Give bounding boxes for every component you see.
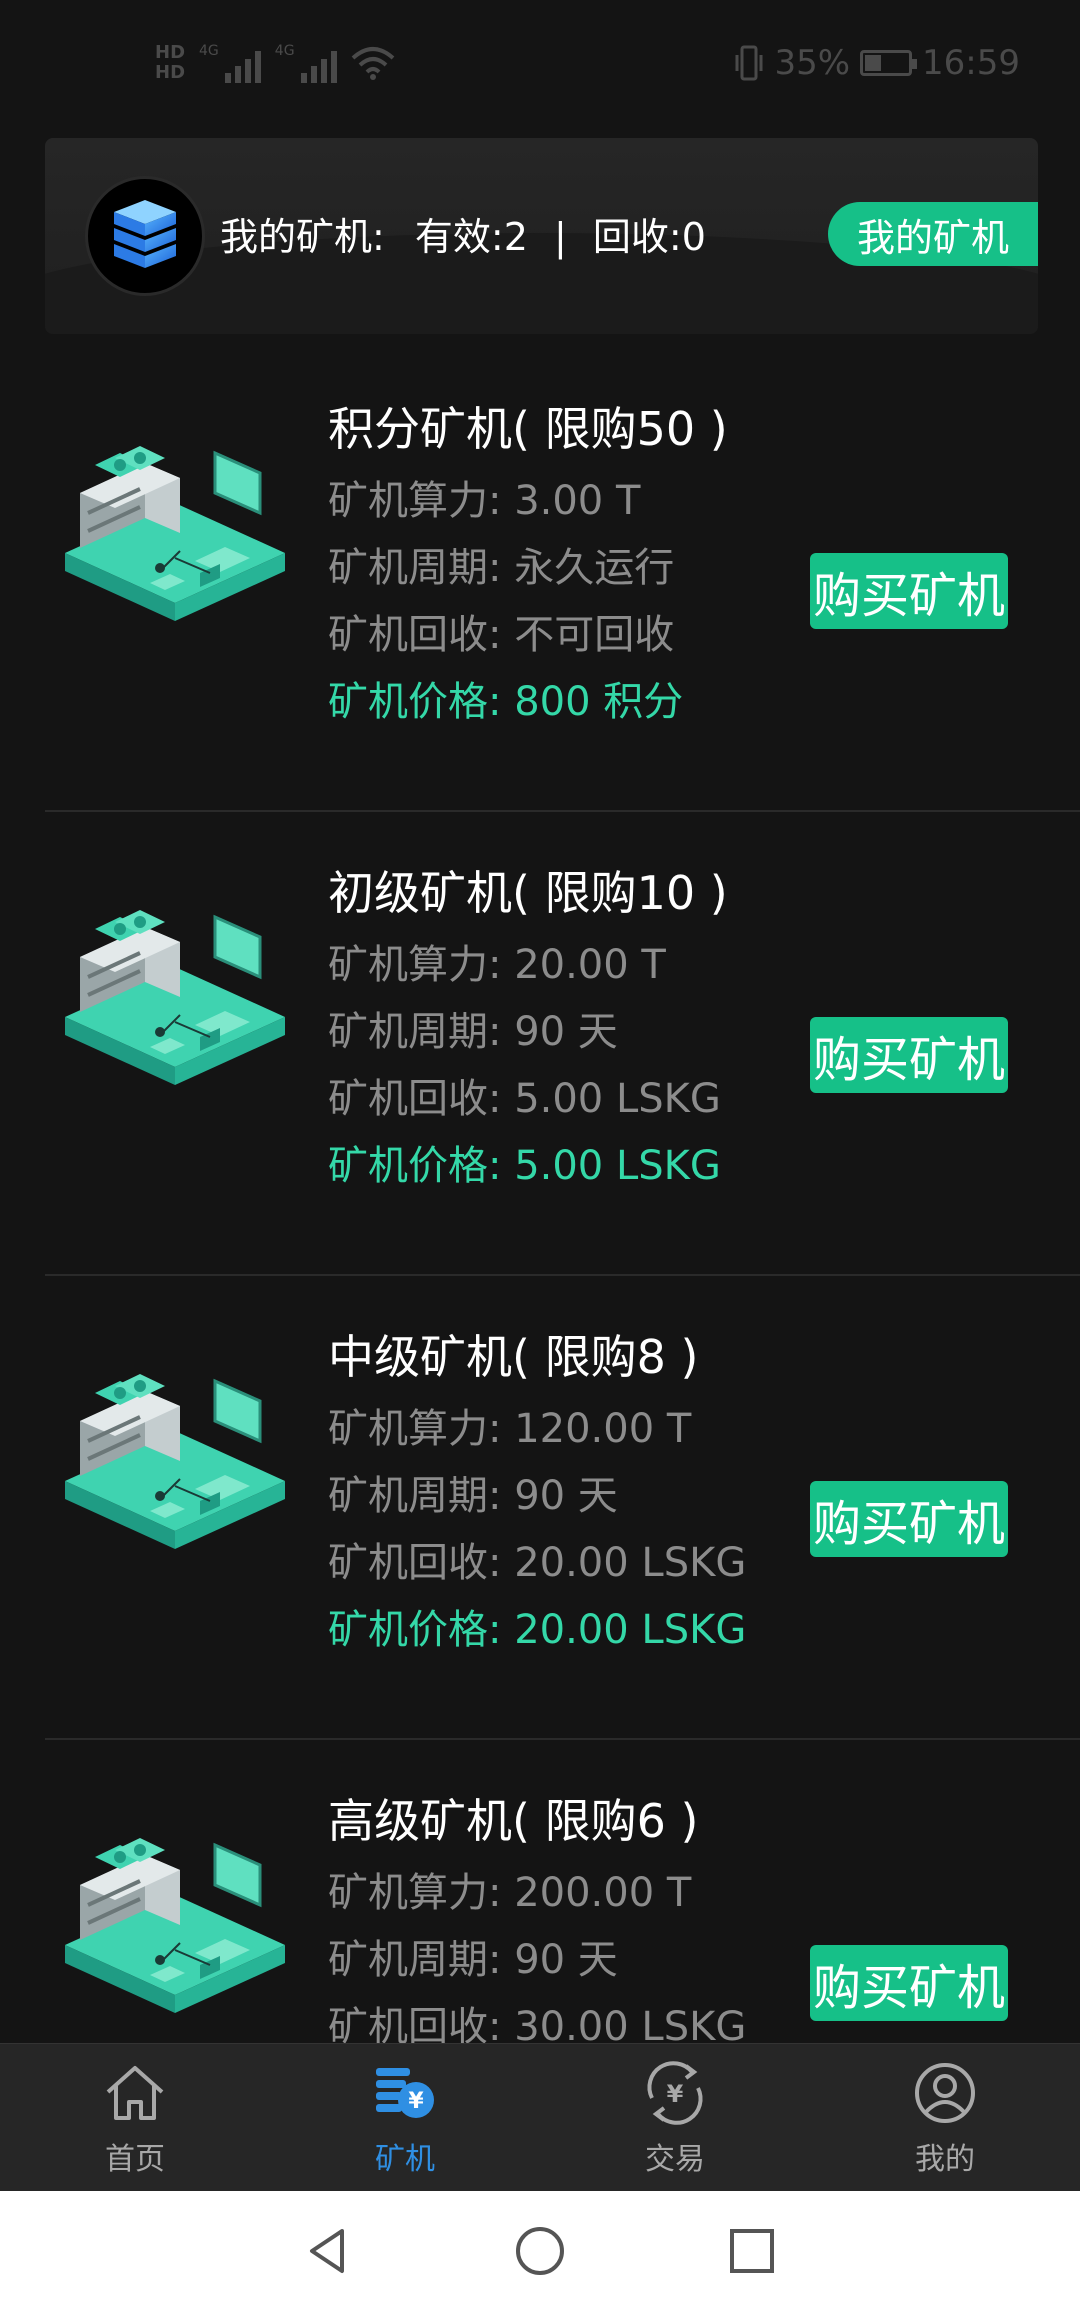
miner-power: 矿机算力: 20.00 T [328,942,666,988]
network-label-2: 4G [274,42,295,59]
buy-miner-button[interactable]: 购买矿机 [810,553,1008,629]
status-bar: HD HD 4G 4G 35% 16:59 [0,0,1080,125]
miner-period: 矿机周期: 90 天 [328,1473,618,1519]
profile-icon [915,2062,975,2123]
tab-trade-label: 交易 [645,2141,705,2177]
miner-card: 初级矿机( 限购10 ) 矿机算力: 20.00 T 矿机周期: 90 天 矿机… [0,812,1080,1276]
miner-title: 高级矿机( 限购6 ) [328,1794,699,1848]
vibrate-icon [735,45,763,80]
trade-icon: ¥ [647,2060,703,2125]
signal-icon-1: 4G [199,43,261,83]
miner-specs: 矿机算力: 120.00 T 矿机周期: 90 天 矿机回收: 20.00 LS… [328,1396,746,1664]
miner-period: 矿机周期: 永久运行 [328,545,675,591]
tab-miner[interactable]: ¥ 矿机 [270,2044,540,2191]
svg-text:¥: ¥ [408,2089,424,2114]
tab-trade[interactable]: ¥ 交易 [540,2044,810,2191]
miner-period: 矿机周期: 90 天 [328,1937,618,1983]
miner-period: 矿机周期: 90 天 [328,1009,618,1055]
miner-price: 矿机价格: 5.00 LSKG [328,1143,721,1189]
tab-profile-label: 我的 [915,2141,975,2177]
miner-icon: ¥ [376,2067,434,2118]
summary-separator: | [554,215,567,259]
summary-prefix: 我的矿机: [220,215,385,259]
miner-price: 矿机价格: 20.00 LSKG [328,1607,747,1653]
network-label-1: 4G [199,42,219,59]
valid-count: 2 [503,215,528,259]
miner-card: 积分矿机( 限购50 ) 矿机算力: 3.00 T 矿机周期: 永久运行 矿机回… [0,348,1080,812]
wifi-icon [351,46,394,80]
tab-profile[interactable]: 我的 [810,2044,1080,2191]
recycle-label: 回收: [592,215,682,259]
back-icon[interactable] [302,2225,354,2277]
mining-rig-illustration [65,1838,285,2013]
tab-home[interactable]: 首页 [0,2044,270,2191]
mining-rig-illustration [65,1374,285,1549]
miner-recycle: 矿机回收: 20.00 LSKG [328,1540,747,1586]
miner-specs: 矿机算力: 3.00 T 矿机周期: 永久运行 矿机回收: 不可回收 矿机价格:… [328,468,683,736]
tab-home-label: 首页 [105,2141,165,2177]
miner-title: 初级矿机( 限购10 ) [328,866,728,920]
battery-percent: 35% [774,42,851,83]
bottom-tab-bar: 首页 ¥ 矿机 ¥ 交易 我的 [0,2043,1080,2191]
miner-card: 中级矿机( 限购8 ) 矿机算力: 120.00 T 矿机周期: 90 天 矿机… [0,1276,1080,1740]
mining-rig-illustration [65,446,285,621]
home-circle-icon[interactable] [514,2225,566,2277]
miner-power: 矿机算力: 120.00 T [328,1406,692,1452]
miner-title: 中级矿机( 限购8 ) [328,1330,699,1384]
hd-label-1: HD [155,41,186,63]
hd-indicator: HD HD [155,41,186,83]
server-avatar [85,176,205,296]
recycle-count: 0 [681,215,706,259]
miner-power: 矿机算力: 3.00 T [328,478,641,524]
status-left: HD HD 4G 4G [155,41,395,83]
mining-rig-illustration [65,910,285,1085]
home-icon [106,2065,164,2120]
signal-icon-2: 4G [275,43,337,83]
server-stack-icon [114,200,176,268]
summary-card: 我的矿机: 有效:2 | 回收:0 我的矿机 [45,138,1038,334]
buy-miner-button[interactable]: 购买矿机 [810,1945,1008,2021]
my-miner-button[interactable]: 我的矿机 [828,202,1038,266]
valid-label: 有效: [414,215,504,259]
summary-text: 我的矿机: 有效:2 | 回收:0 [220,206,706,261]
battery-icon [860,49,918,76]
recents-icon[interactable] [726,2225,778,2277]
miner-recycle: 矿机回收: 5.00 LSKG [328,1076,721,1122]
miner-list: 积分矿机( 限购50 ) 矿机算力: 3.00 T 矿机周期: 永久运行 矿机回… [0,348,1080,2204]
miner-power: 矿机算力: 200.00 T [328,1870,692,1916]
svg-text:¥: ¥ [667,2080,684,2108]
buy-miner-button[interactable]: 购买矿机 [810,1017,1008,1093]
miner-recycle: 矿机回收: 不可回收 [328,612,675,658]
tab-miner-label: 矿机 [375,2141,435,2177]
hd-label-2: HD [155,61,186,83]
miner-specs: 矿机算力: 20.00 T 矿机周期: 90 天 矿机回收: 5.00 LSKG… [328,932,721,1200]
buy-miner-button[interactable]: 购买矿机 [810,1481,1008,1557]
miner-title: 积分矿机( 限购50 ) [328,402,728,456]
status-right: 35% 16:59 [734,43,1020,83]
clock: 16:59 [922,42,1020,83]
system-nav-bar [0,2191,1080,2310]
miner-price: 矿机价格: 800 积分 [328,679,684,725]
